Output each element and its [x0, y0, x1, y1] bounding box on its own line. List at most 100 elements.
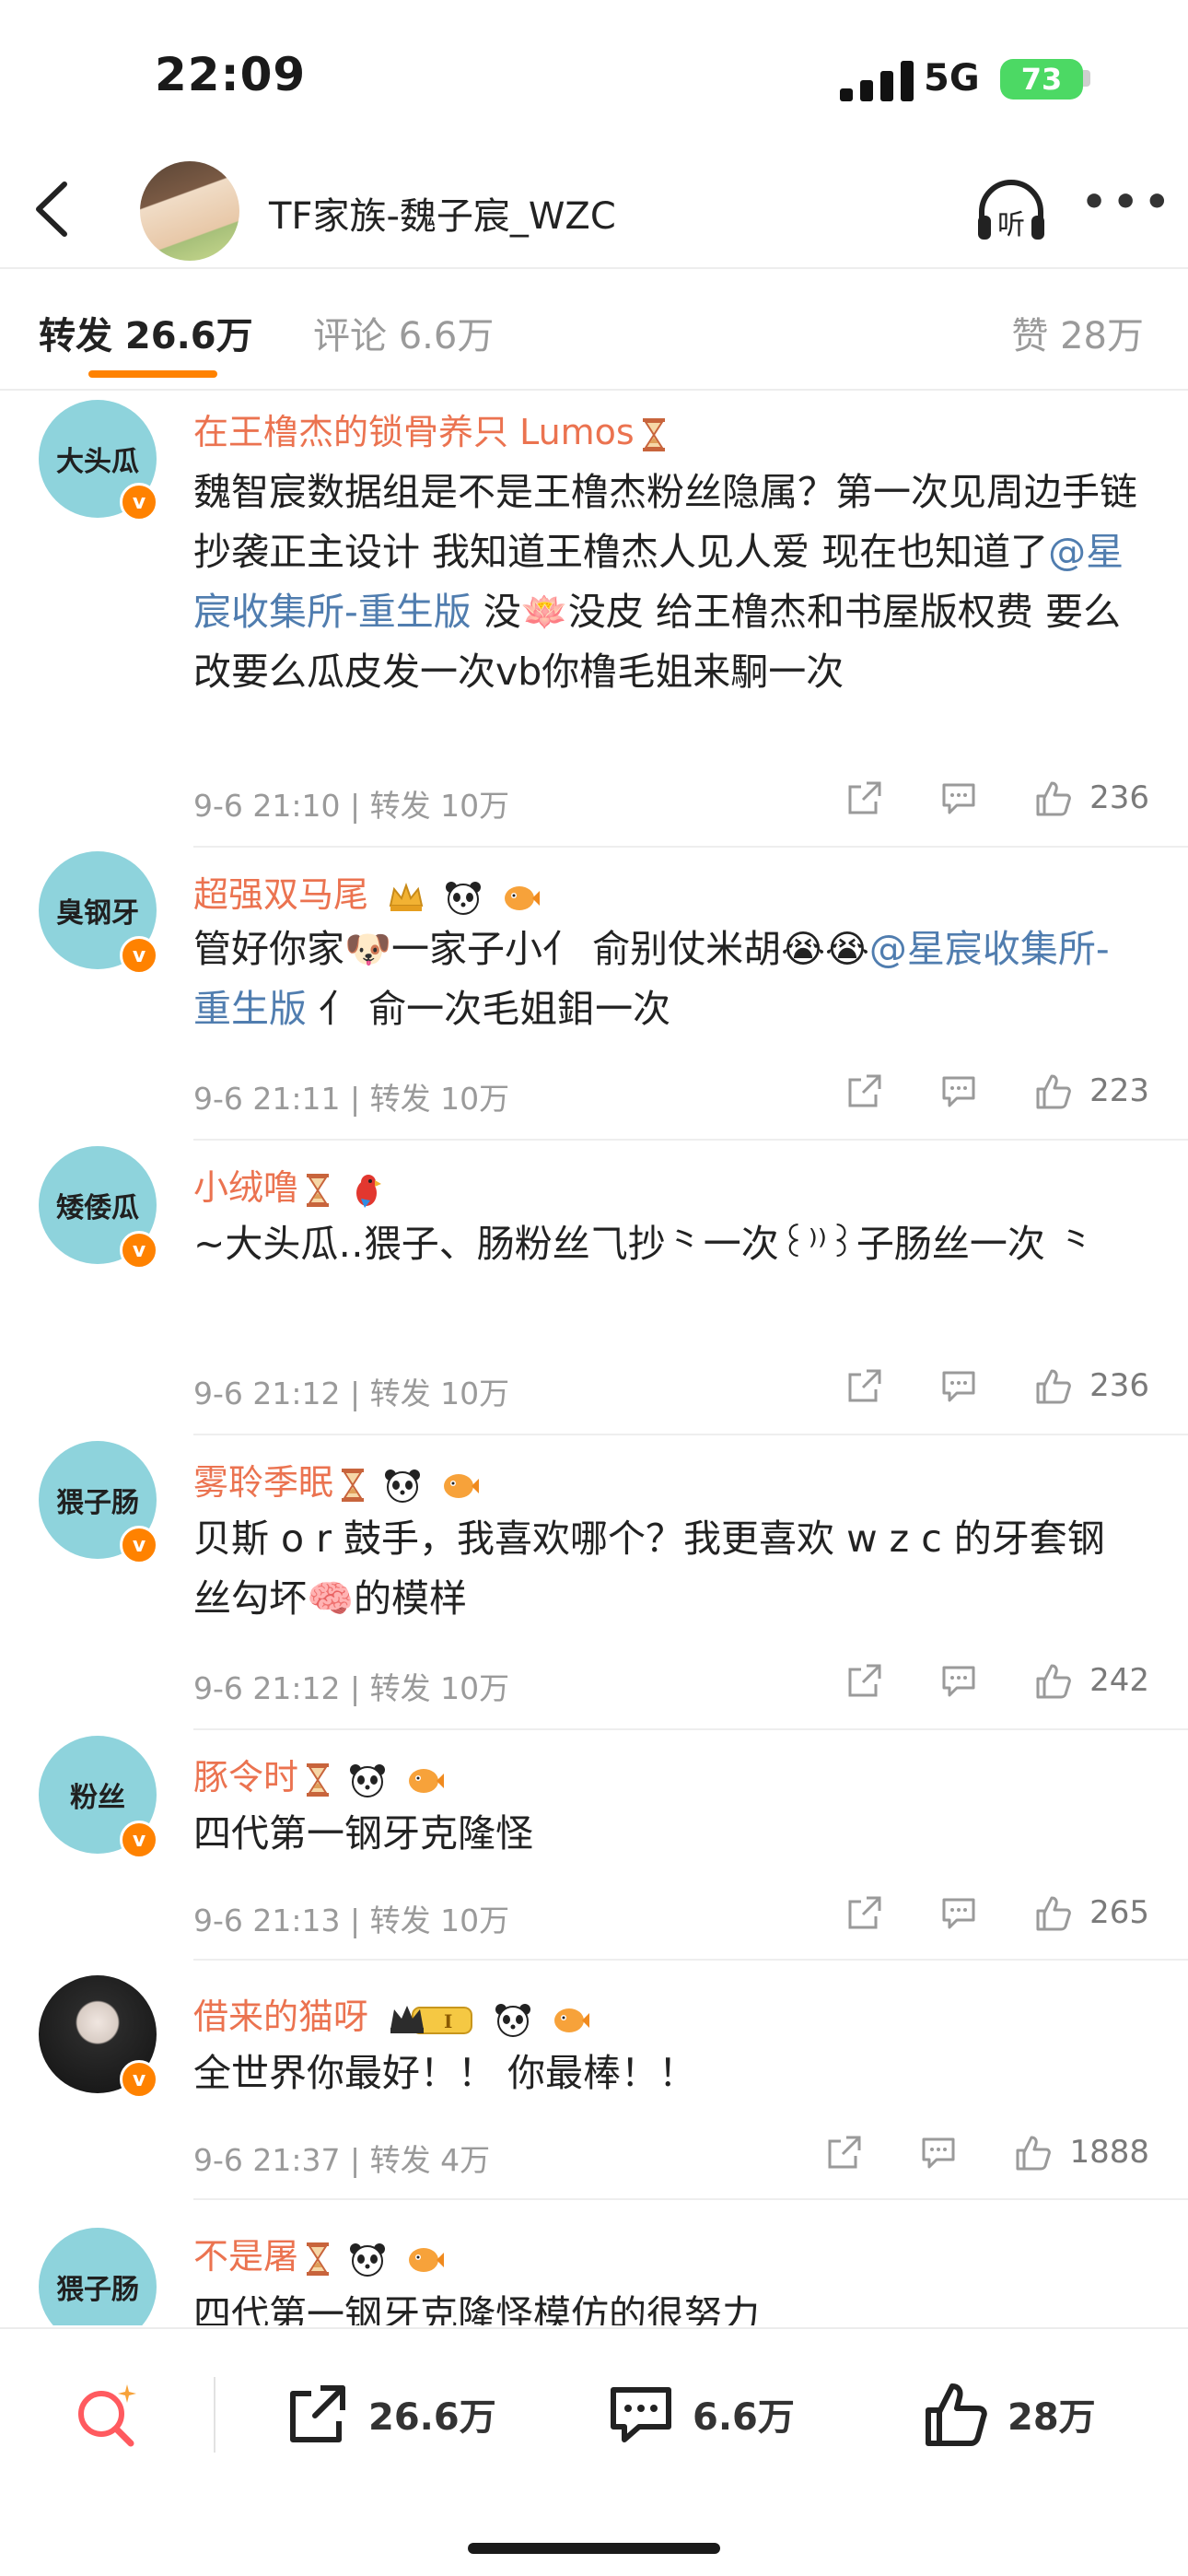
like-icon[interactable]: [1012, 2132, 1053, 2172]
like-count: 223: [1089, 1072, 1149, 1109]
comment-icon[interactable]: [938, 1660, 979, 1701]
action-row: 265: [791, 1892, 1149, 1933]
bottom-action-bar: 26.6万 6.6万 28万: [0, 2327, 1188, 2495]
page-header: TF家族-魏子宸_WZC 听 •••: [0, 147, 1188, 267]
username[interactable]: 超强双马尾: [193, 866, 541, 917]
action-row: 236: [791, 778, 1149, 818]
comment-icon[interactable]: [918, 2132, 959, 2172]
like-count: 265: [1089, 1894, 1149, 1931]
crown-level-icon: I: [390, 2005, 473, 2034]
username[interactable]: 雾聆季眠: [193, 1454, 480, 1505]
repost-meta: 9-6 21:13 | 转发 10万: [193, 1903, 510, 1938]
verified-badge-icon: v: [120, 483, 158, 521]
comment-icon: [611, 2387, 671, 2442]
panda-icon: [495, 2003, 531, 2037]
more-icon[interactable]: •••: [1081, 182, 1170, 240]
like-count: 236: [1089, 1367, 1149, 1404]
status-time: 22:09: [155, 48, 307, 101]
list-item[interactable]: 大头瓜 v 在王橹杰的锁骨养只 Lumos 魏智宸数据组是不是王橹杰粉丝隐属？第…: [0, 391, 1188, 848]
panda-icon: [350, 2242, 386, 2277]
username[interactable]: 小绒噜: [193, 1159, 387, 1210]
share-icon[interactable]: [824, 2132, 865, 2172]
item-divider: [193, 1139, 1188, 1141]
like-count: 1888: [1069, 2134, 1149, 2171]
share-icon: [290, 2385, 345, 2442]
repost-meta: 9-6 21:11 | 转发 10万: [193, 1081, 510, 1117]
list-item[interactable]: 矮倭瓜 v 小绒噜 ~大头瓜‥猥子、肠粉丝⺄抄⺀一次꒰⁾⁾꒱子肠丝一次 ⺀ 9-…: [0, 1146, 1188, 1435]
repost-text: 四代第一钢牙克隆怪: [193, 1811, 533, 1856]
hourglass-icon: [342, 1468, 365, 1502]
item-divider: [193, 1728, 1188, 1730]
battery-indicator: 73: [1000, 59, 1083, 100]
username[interactable]: 豚令时: [193, 1749, 445, 1799]
hourglass-icon: [642, 417, 665, 451]
back-arrow-icon[interactable]: [28, 177, 83, 241]
repost-button[interactable]: 26.6万: [282, 2377, 496, 2451]
repost-meta: 9-6 21:12 | 转发 10万: [193, 1670, 510, 1706]
crown-icon: [389, 882, 424, 911]
share-icon[interactable]: [844, 1660, 885, 1701]
page-title[interactable]: TF家族-魏子宸_WZC: [269, 186, 616, 240]
tab-reposts[interactable]: 转发 26.6万: [39, 306, 253, 359]
like-count: 236: [1089, 779, 1149, 816]
list-item[interactable]: 臭钢牙 v 超强双马尾 管好你家🐶一家子小亻 俞别仗米胡😭😭@星宸收集所-重生版…: [0, 851, 1188, 1141]
svg-text:听: 听: [997, 209, 1025, 241]
like-icon[interactable]: [1032, 778, 1073, 818]
network-label: 5G: [924, 57, 980, 100]
item-divider: [193, 846, 1188, 848]
repost-text: 魏智宸数据组是不是王橹杰粉丝隐属？第一次见周边手链抄袭正主设计 我知道王橹杰人见…: [193, 470, 1137, 694]
action-row: 223: [791, 1071, 1149, 1111]
author-avatar[interactable]: [140, 161, 239, 261]
fish-icon: [444, 1473, 480, 1498]
list-item[interactable]: 粉丝 v 豚令时 四代第一钢牙克隆怪 9-6 21:13 | 转发 10万 26…: [0, 1736, 1188, 1961]
comment-icon[interactable]: [938, 1071, 979, 1111]
comment-count: 6.6万: [693, 2396, 795, 2439]
comment-icon[interactable]: [938, 1365, 979, 1406]
item-divider: [193, 1434, 1188, 1435]
comment-icon[interactable]: [938, 1892, 979, 1933]
list-item[interactable]: 猥子肠 v 雾聆季眠 贝斯 o r 鼓手，我喜欢哪个？我更喜欢 w z c 的牙…: [0, 1441, 1188, 1730]
username[interactable]: 借来的猫呀 I: [193, 1988, 590, 2039]
repost-text: ~大头瓜‥猥子、肠粉丝⺄抄⺀一次꒰⁾⁾꒱子肠丝一次 ⺀: [193, 1222, 1095, 1266]
listen-icon[interactable]: 听: [973, 173, 1050, 251]
repost-text: 管好你家🐶一家子小亻 俞别仗米胡😭😭@星宸收集所-重生版 亻 俞一次毛姐鉬一次: [193, 927, 1110, 1031]
list-item[interactable]: v 借来的猫呀 I 全世界你最好！！ 你最棒！！ 9-6 21:37 | 转发 …: [0, 1975, 1188, 2200]
like-count: 242: [1089, 1662, 1149, 1699]
parrot-icon: [356, 1174, 382, 1208]
avatar[interactable]: 猥子肠: [39, 2228, 157, 2325]
username[interactable]: 不是屠: [193, 2228, 445, 2278]
tab-comments[interactable]: 评论 6.6万: [313, 306, 494, 359]
repost-count: 26.6万: [368, 2396, 496, 2439]
fish-icon: [409, 2247, 445, 2272]
comment-icon[interactable]: [938, 778, 979, 818]
like-icon[interactable]: [1032, 1892, 1073, 1933]
like-button[interactable]: 28万: [921, 2377, 1096, 2451]
share-icon[interactable]: [844, 1071, 885, 1111]
home-indicator: [468, 2543, 720, 2554]
svg-text:I: I: [444, 2010, 452, 2032]
like-count: 28万: [1007, 2396, 1096, 2439]
verified-badge-icon: v: [120, 1231, 158, 1270]
tab-likes[interactable]: 赞 28万: [1011, 306, 1144, 359]
fish-icon: [409, 1768, 445, 1793]
share-icon[interactable]: [844, 778, 885, 818]
hourglass-icon: [307, 2242, 330, 2276]
comment-button[interactable]: 6.6万: [606, 2377, 795, 2451]
like-icon[interactable]: [1032, 1071, 1073, 1111]
active-tab-indicator: [88, 370, 217, 378]
repost-text: 全世界你最好！！ 你最棒！！: [193, 2051, 697, 2095]
action-row: 1888: [771, 2132, 1149, 2172]
item-divider: [193, 2198, 1188, 2200]
share-icon[interactable]: [844, 1365, 885, 1406]
list-item[interactable]: 猥子肠 不是屠 四代第一钢牙克隆怪模仿的很努力: [0, 2215, 1188, 2325]
share-icon[interactable]: [844, 1892, 885, 1933]
repost-text: 四代第一钢牙克隆怪模仿的很努力: [193, 2292, 760, 2325]
hourglass-icon: [307, 1173, 330, 1207]
panda-icon: [446, 881, 482, 915]
like-icon: [926, 2383, 987, 2446]
search-icon[interactable]: [72, 2381, 140, 2449]
username[interactable]: 在王橹杰的锁骨养只 Lumos: [193, 404, 666, 454]
repost-list: 大头瓜 v 在王橹杰的锁骨养只 Lumos 魏智宸数据组是不是王橹杰粉丝隐属？第…: [0, 391, 1188, 2325]
like-icon[interactable]: [1032, 1365, 1073, 1406]
like-icon[interactable]: [1032, 1660, 1073, 1701]
